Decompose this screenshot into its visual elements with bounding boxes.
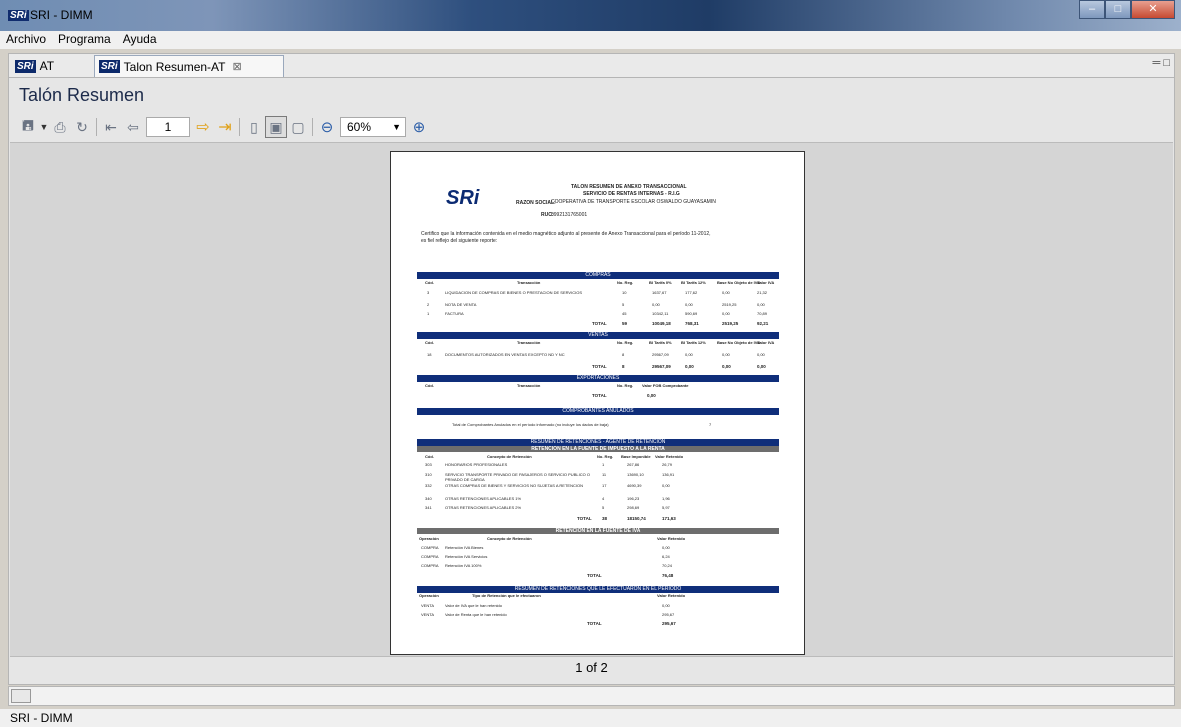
menu-ayuda[interactable]: Ayuda [117, 31, 163, 49]
anulados-row: Total de Comprobantes Anulados en el per… [452, 422, 712, 427]
fit-width-icon[interactable]: ▢ [287, 116, 309, 138]
section-exportaciones: EXPORTACIONES [417, 375, 779, 382]
tab-label: AT [39, 59, 55, 73]
certification-text: Certifico que la información contenida e… [421, 231, 711, 237]
table-header: Operación Concepto de Retención Valor Rete… [419, 536, 686, 541]
table-row: 341 OTRAS RETENCIONES APLICABLES 2% 5 298,6… [425, 505, 670, 510]
section-anulados: COMPROBANTES ANULADOS [417, 408, 779, 415]
page-indicator: 1 of 2 [575, 660, 608, 675]
table-total-row: TOTAL 0,00 [592, 393, 656, 398]
table-total-row: TOTAL 76,48 [587, 573, 674, 578]
page-title: Talón Resumen [19, 85, 145, 105]
first-page-icon[interactable]: ⇤ [100, 116, 122, 138]
toolbar-separator [96, 118, 97, 136]
last-page-icon[interactable]: ⇥ [214, 116, 236, 138]
table-row: 310 SERVICIO TRANSPORTE PRIVADO DE PASAJE… [425, 472, 675, 482]
zoom-out-icon[interactable]: ⊖ [316, 116, 338, 138]
editor-tabbar: SRi AT SRi Talon Resumen-AT ⊠ ═ □ [8, 53, 1175, 77]
table-header: Cód. Transacción No. Reg. Valor FOB Comprob… [425, 383, 689, 388]
table-row: 18 DOCUMENTOS AUTORIZADOS EN VENTAS EXCEP… [427, 352, 765, 357]
table-row: 3 LIQUIDACION DE COMPRAS DE BIENES O PRES… [427, 290, 768, 295]
table-row: 340 OTRAS RETENCIONES APLICABLES 1% 4 196,2… [425, 496, 670, 501]
window-controls: – □ ✕ [1079, 0, 1175, 20]
refresh-icon[interactable]: ↻ [71, 116, 93, 138]
app-logo-icon: SRi [8, 10, 29, 21]
window-titlebar: SRi SRI - DIMM – □ ✕ [0, 0, 1181, 31]
razon-social-value: COOPERATIVA DE TRANSPORTE ESCOLAR OSWALD… [551, 199, 716, 205]
save-dropdown-icon[interactable]: ▼ [39, 116, 49, 138]
zoom-select[interactable]: 60% ▼ [340, 117, 406, 137]
tab-close-icon[interactable]: ⊠ [233, 60, 242, 73]
table-row: VENTA Valor de IVA que le han retenido 0,0… [421, 603, 670, 608]
next-page-icon[interactable]: ⇨ [192, 116, 214, 138]
table-total-row: TOTAL 8 29567,09 0,00 0,00 0,00 [592, 364, 766, 369]
actual-size-icon[interactable]: ▯ [243, 116, 265, 138]
sri-report-logo: SRi [446, 187, 480, 209]
toolbar-separator [312, 118, 313, 136]
horizontal-scrollbar[interactable] [8, 686, 1175, 706]
print-icon[interactable]: ⎙ [49, 116, 71, 138]
report-toolbar: 🖪 ▼ ⎙ ↻ ⇤ ⇦ 1 ⇨ ⇥ ▯ ▣ ▢ ⊖ 60% ▼ ⊕ [17, 115, 430, 139]
section-compras: COMPRAS [417, 272, 779, 279]
scroll-thumb[interactable] [11, 689, 31, 703]
table-header: Cód. Transacción No. Reg. BI Tarifa 0% BI Ta… [425, 280, 775, 285]
tab-at[interactable]: SRi AT [11, 55, 91, 77]
view-controls: ═ □ [1152, 57, 1170, 69]
sri-logo-icon: SRi [99, 60, 120, 73]
previous-page-icon[interactable]: ⇦ [122, 116, 144, 138]
report-subheading: SERVICIO DE RENTAS INTERNAS - R.I.G [583, 191, 680, 197]
table-row: 1 FACTURA 45 10342,11 590,69 0,00 70,89 [427, 311, 768, 316]
table-header: Operación Tipo de Retención que le efectu… [419, 593, 686, 598]
report-page: SRi TALON RESUMEN DE ANEXO TRANSACCIONAL… [390, 151, 805, 655]
section-ventas: VENTAS [417, 332, 779, 339]
zoom-value: 60% [347, 120, 372, 134]
table-row: 303 HONORARIOS PROFESIONALES 1 267,86 26,79 [425, 462, 673, 467]
table-header: Cód. Concepto de Retención No. Reg. Base Im… [425, 454, 684, 459]
menu-archivo[interactable]: Archivo [0, 31, 52, 49]
tab-talon-resumen-at[interactable]: SRi Talon Resumen-AT ⊠ [94, 55, 284, 77]
status-bar: SRI - DIMM [0, 709, 1181, 727]
page-number-input[interactable]: 1 [146, 117, 190, 137]
minimize-view-icon[interactable]: ═ [1152, 57, 1160, 69]
table-total-row: TOTAL 38 18150,74 171,63 [577, 516, 676, 521]
maximize-view-icon[interactable]: □ [1163, 57, 1170, 69]
zoom-in-icon[interactable]: ⊕ [408, 116, 430, 138]
table-row: COMPRA Retención IVA 100% 70,24 [421, 563, 673, 568]
subsection-ret-renta: RETENCION EN LA FUENTE DE IMPUESTO A LA … [417, 446, 779, 452]
table-header: Cód. Transacción No. Reg. BI Tarifa 0% BI Ta… [425, 340, 775, 345]
save-icon[interactable]: 🖪 [17, 116, 39, 138]
table-total-row: TOTAL 295,67 [587, 621, 676, 626]
menu-programa[interactable]: Programa [52, 31, 117, 49]
certification-text-2: es fiel reflejo del siguiente reporte: [421, 238, 498, 244]
chevron-down-icon: ▼ [392, 122, 401, 132]
subsection-ret-iva: RETENCION EN LA FUENTE DE IVA [417, 528, 779, 534]
table-total-row: TOTAL 59 10049,18 768,31 2519,25 92,21 [592, 321, 769, 326]
report-heading: TALON RESUMEN DE ANEXO TRANSACCIONAL [571, 184, 687, 190]
report-canvas[interactable]: SRi TALON RESUMEN DE ANEXO TRANSACCIONAL… [10, 142, 1173, 657]
section-ret-efectuadas: RESUMEN DE RETENCIONES QUE LE EFECTUARON… [417, 586, 779, 593]
window-title: SRI - DIMM [30, 8, 93, 22]
toolbar-separator [239, 118, 240, 136]
section-resumen-retenciones: RESUMEN DE RETENCIONES - AGENTE DE RETEN… [417, 439, 779, 446]
close-icon[interactable]: ✕ [1131, 0, 1175, 19]
report-view: Talón Resumen 🖪 ▼ ⎙ ↻ ⇤ ⇦ 1 ⇨ ⇥ ▯ ▣ ▢ ⊖ … [8, 77, 1175, 685]
razon-social-label: RAZON SOCIAL: [516, 200, 556, 206]
sri-logo-icon: SRi [15, 59, 36, 73]
menu-bar: Archivo Programa Ayuda [0, 31, 1181, 49]
maximize-icon[interactable]: □ [1105, 0, 1131, 19]
ruc-value: 0992131765001 [551, 212, 588, 218]
table-row: 2 NOTA DE VENTA 5 0,00 0,00 2519,25 0,00 [427, 302, 765, 307]
table-row: 332 OTRAS COMPRAS DE BIENES Y SERVICIOS N… [425, 483, 670, 488]
table-row: COMPRA Retención IVA Bienes 0,00 [421, 545, 670, 550]
fit-page-icon[interactable]: ▣ [265, 116, 287, 138]
table-row: COMPRA Retención IVA Servicios 6,24 [421, 554, 670, 559]
tab-label: Talon Resumen-AT [123, 59, 226, 74]
minimize-icon[interactable]: – [1079, 0, 1105, 19]
table-row: VENTA Valor de Renta que le han retenido 2… [421, 612, 675, 617]
